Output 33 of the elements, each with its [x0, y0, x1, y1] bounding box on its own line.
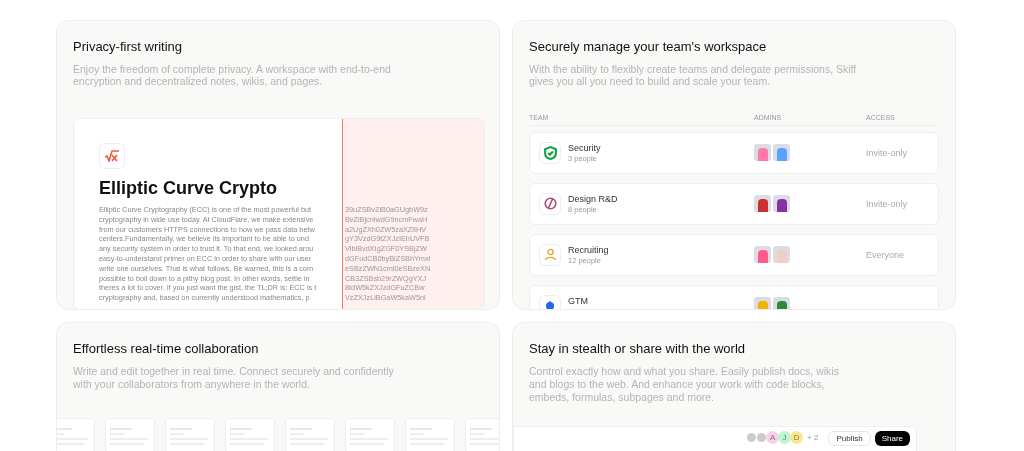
team-name: Recruiting: [568, 244, 610, 256]
team-name: GTM: [568, 295, 589, 307]
card-title: Securely manage your team's workspace: [529, 38, 768, 56]
avatar-icon: [754, 194, 771, 212]
publish-button[interactable]: Publish: [828, 430, 871, 446]
card-title: Stay in stealth or share with the world: [529, 340, 747, 358]
team-access-level: Invite-only: [866, 197, 908, 211]
avatar-icon: [754, 296, 771, 309]
shield-check-icon: [539, 141, 561, 164]
card-description: With the ability to flexibly create teams and delegate permissions, Skiff gives you all you need to build and scale your team.: [529, 62, 858, 87]
card-description: Control exactly how and what you share. Easily publish docs, wikis and blogs to the web. And enhance your work with code blocks, embeds, formulas, subpages and more.: [529, 364, 840, 404]
card-title: Privacy-first writing: [73, 38, 184, 56]
avatar-icon: [754, 143, 771, 161]
collaborator-avatar: J: [778, 431, 792, 444]
formula-icon: [99, 143, 125, 169]
avatar-icon: [773, 245, 790, 263]
card-description: Write and edit together in real time. Connect securely and confidently with your collaborators from anywhere in the world.: [73, 364, 395, 391]
team-name: Design R&D: [568, 193, 619, 205]
avatar-icon: [773, 194, 790, 212]
collaborator-avatar: D: [790, 431, 804, 444]
document-title: Elliptic Curve Crypto: [99, 177, 279, 199]
share-button[interactable]: Share: [874, 430, 910, 446]
card-title: Effortless real-time collaboration: [73, 340, 260, 358]
avatar-icon: [773, 143, 790, 161]
avatar-icon: [773, 296, 790, 309]
team-access-level: Invite-only: [866, 146, 908, 160]
more-collaborators-count: + 2: [807, 431, 819, 444]
collaborator-avatar: A: [766, 431, 780, 444]
team-access-level: Everyone: [866, 248, 905, 262]
team-name: Security: [568, 142, 602, 154]
avatar-icon: [754, 245, 771, 263]
card-description: Enjoy the freedom of complete privacy. A workspace with end-to-end encryption and decentralized notes, wikis, and pages.: [73, 62, 392, 87]
person-icon: [539, 243, 561, 266]
